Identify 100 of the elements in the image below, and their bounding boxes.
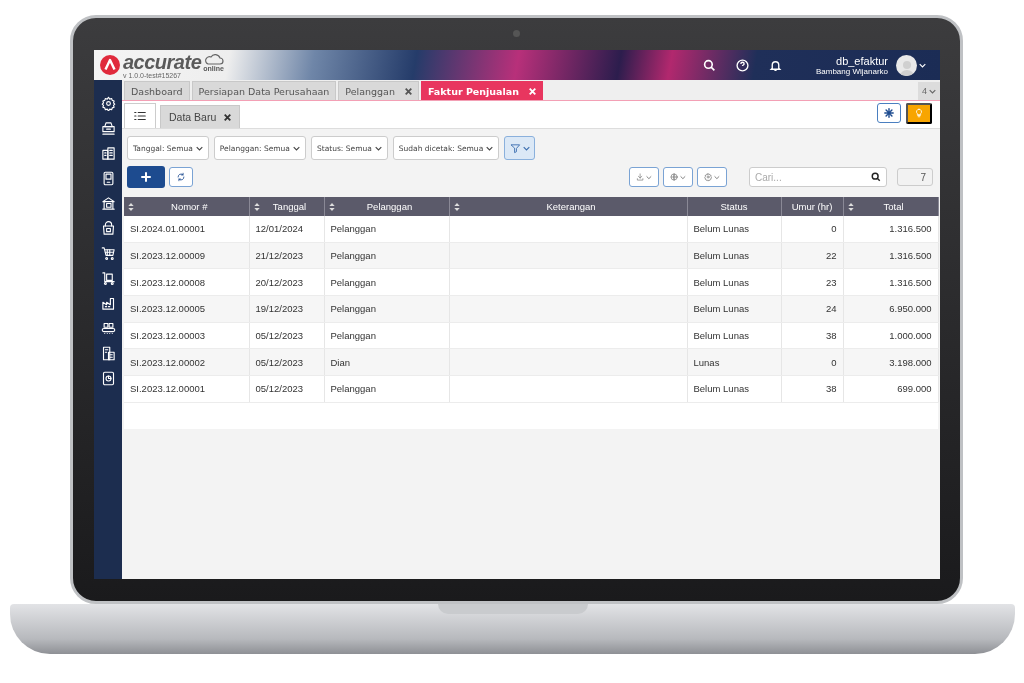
- print-button[interactable]: [663, 167, 693, 187]
- tab[interactable]: Data Baru: [160, 105, 241, 128]
- refresh-button[interactable]: [169, 167, 193, 187]
- search-field[interactable]: Cari...: [749, 167, 887, 187]
- sort-icon[interactable]: [847, 202, 854, 211]
- conveyor-icon[interactable]: [100, 321, 116, 336]
- table-cell: SI.2023.12.00001: [124, 375, 249, 403]
- bag-icon[interactable]: [100, 221, 116, 236]
- table-cell: 19/12/2023: [249, 295, 324, 323]
- factory-icon[interactable]: [100, 296, 116, 311]
- caret-icon: [714, 174, 720, 180]
- table-cell: Belum Lunas: [687, 375, 781, 403]
- table-cell: SI.2023.12.00009: [124, 242, 249, 269]
- caret-icon: [486, 145, 494, 151]
- tab[interactable]: Persiapan Data Perusahaan: [191, 81, 337, 100]
- building-icon[interactable]: [100, 146, 116, 161]
- hand-truck-icon[interactable]: [100, 271, 116, 286]
- table-cell: 20/12/2023: [249, 268, 324, 296]
- help-icon[interactable]: [735, 58, 749, 72]
- table-cell: 21/12/2023: [249, 242, 324, 269]
- close-icon[interactable]: [224, 113, 232, 121]
- column-header[interactable]: Status: [687, 197, 781, 216]
- options-button[interactable]: [697, 167, 727, 187]
- caret-icon: [374, 145, 382, 151]
- table-cell: Belum Lunas: [687, 242, 781, 269]
- logo-text: accurate: [123, 51, 202, 72]
- cloud-icon: [203, 53, 224, 65]
- search-icon[interactable]: [702, 58, 716, 72]
- camera-icon: [513, 30, 520, 37]
- avatar-icon[interactable]: [896, 54, 917, 76]
- lightbulb-icon: [914, 107, 924, 119]
- table-cell: 699.000: [843, 375, 938, 403]
- tablet-icon[interactable]: [100, 171, 116, 186]
- caret-icon: [646, 174, 652, 180]
- caret-icon: [292, 145, 300, 151]
- table-cell: Belum Lunas: [687, 322, 781, 349]
- caret-icon: [929, 88, 936, 94]
- document-icon[interactable]: [100, 346, 116, 361]
- sort-icon[interactable]: [328, 202, 335, 211]
- column-header[interactable]: Tanggal: [249, 197, 324, 216]
- table-cell: 0: [781, 216, 843, 243]
- column-header[interactable]: Umur (hr): [781, 197, 843, 216]
- tab-count-dropdown[interactable]: 4: [918, 82, 940, 100]
- table-cell: 22: [781, 242, 843, 269]
- table-cell: 1.316.500: [843, 216, 938, 243]
- column-header[interactable]: Total: [843, 197, 938, 216]
- table-cell: Pelanggan: [324, 295, 449, 323]
- table-cell: Pelanggan: [324, 375, 449, 403]
- settings-button[interactable]: [877, 102, 901, 123]
- tips-button[interactable]: [906, 102, 932, 124]
- table-cell: 12/01/2024: [249, 216, 324, 243]
- table-cell: Pelanggan: [324, 322, 449, 349]
- list-icon: [133, 109, 147, 123]
- list-view-tab[interactable]: [124, 103, 156, 128]
- search-icon: [871, 172, 881, 182]
- globe-icon: [670, 172, 679, 182]
- download-icon: [636, 172, 645, 182]
- bell-icon[interactable]: [768, 58, 782, 72]
- cart-icon[interactable]: [100, 246, 116, 261]
- column-header[interactable]: Keterangan: [449, 197, 687, 216]
- bank-icon[interactable]: [100, 196, 116, 211]
- tab[interactable]: Faktur Penjualan: [420, 81, 543, 100]
- table-cell: 1.316.500: [843, 242, 938, 269]
- tab[interactable]: Dashboard: [124, 81, 190, 100]
- funnel-icon: [509, 142, 521, 154]
- sort-icon[interactable]: [253, 202, 260, 211]
- add-button[interactable]: [127, 166, 165, 188]
- table-cell: Pelanggan: [324, 268, 449, 296]
- tab[interactable]: Pelanggan: [338, 81, 419, 100]
- table-cell: 38: [781, 322, 843, 349]
- table-cell: SI.2023.12.00002: [124, 348, 249, 376]
- report-icon[interactable]: [100, 371, 116, 386]
- caret-icon: [195, 145, 203, 151]
- download-button[interactable]: [629, 167, 659, 187]
- table-cell: Dian: [324, 348, 449, 376]
- table-cell: SI.2023.12.00008: [124, 268, 249, 296]
- plus-icon: [140, 171, 152, 183]
- table-cell: Belum Lunas: [687, 216, 781, 243]
- table-cell: 3.198.000: [843, 348, 938, 376]
- filter-button[interactable]: [504, 136, 536, 160]
- database-name: db_efaktur: [836, 54, 888, 67]
- sort-icon[interactable]: [453, 202, 460, 211]
- table-cell: Belum Lunas: [687, 295, 781, 323]
- column-header[interactable]: Pelanggan: [324, 197, 449, 216]
- table-cell: 05/12/2023: [249, 348, 324, 376]
- table-cell: SI.2023.12.00005: [124, 295, 249, 323]
- table-cell: Lunas: [687, 348, 781, 376]
- table-cell: Pelanggan: [324, 216, 449, 243]
- close-icon[interactable]: [404, 87, 412, 95]
- column-header[interactable]: Nomor #: [124, 197, 249, 216]
- logo-icon: [100, 55, 120, 75]
- table-cell: 05/12/2023: [249, 322, 324, 349]
- table-cell: SI.2023.12.00003: [124, 322, 249, 349]
- sort-icon[interactable]: [128, 202, 134, 211]
- table-cell: Belum Lunas: [687, 268, 781, 296]
- refresh-icon: [176, 172, 186, 182]
- caret-icon: [680, 174, 686, 180]
- table-cell: 1.316.500: [843, 268, 938, 296]
- caret-icon: [522, 145, 530, 151]
- table-cell: SI.2024.01.00001: [124, 216, 249, 243]
